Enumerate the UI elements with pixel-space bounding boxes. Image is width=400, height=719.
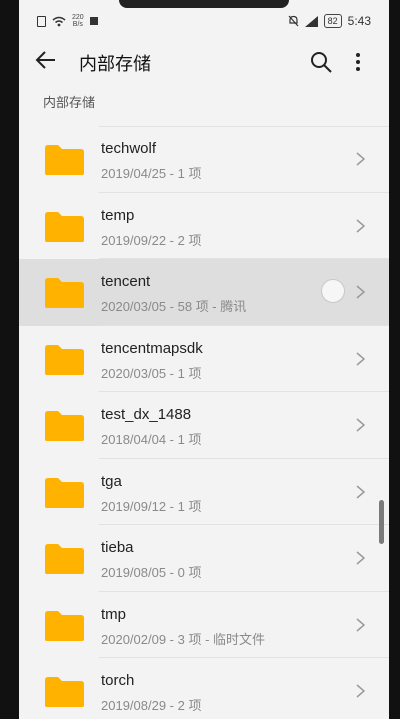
file-name: tga [101,472,122,490]
list-item[interactable]: tencentmapsdk 2020/03/05 - 1 项 [19,326,389,392]
signal-icon [304,15,318,27]
chevron-right-icon [356,418,365,432]
file-list: techwolf 2019/04/25 - 1 项 temp 2019/09/22 -… [19,126,389,719]
network-speed: 220 B/s [72,14,84,28]
file-name: tmp [101,605,127,623]
page-title: 内部存储 [79,54,151,74]
file-name: test_dx_1488 [101,406,192,423]
arrow-left-icon[interactable] [35,50,57,70]
folder-icon [45,544,84,574]
clock: 5:43 [347,14,371,28]
file-meta: 2019/08/05 - 0 项 [101,565,202,580]
select-radio[interactable] [321,279,345,303]
more-vertical-icon[interactable] [355,52,361,72]
folder-icon [45,411,84,441]
chevron-right-icon [356,218,365,233]
list-item[interactable]: test_dx_1488 2018/04/04 - 1 项 [19,392,389,459]
file-meta: 2019/09/22 - 2 项 [101,232,202,248]
folder-icon [45,278,84,308]
network-speed-value: 220 [72,14,84,21]
file-meta: 2019/04/25 - 1 项 [101,166,202,181]
file-name: torch [101,672,135,689]
file-meta: 2019/08/29 - 2 项 [101,698,202,713]
folder-icon [45,344,84,375]
list-item[interactable]: torch 2019/08/29 - 2 项 [19,658,389,719]
mute-icon [288,15,299,27]
chevron-right-icon [356,617,365,632]
phone-screen: 220 B/s 82 5:43 内部存储 内部存储 techwolf 2019/… [19,0,389,719]
folder-icon [45,477,84,508]
notch [119,0,289,8]
list-item[interactable]: tencent 2020/03/05 - 58 项 - 腾讯 [19,259,389,326]
network-speed-unit: B/s [72,21,83,28]
sim-card-icon [37,15,46,27]
folder-icon [45,145,84,175]
folder-icon [45,610,84,641]
scrollbar-thumb[interactable] [379,500,384,544]
folder-icon [45,677,84,707]
status-bar: 220 B/s 82 5:43 [19,10,389,34]
search-icon[interactable] [309,50,333,74]
file-meta: 2020/03/05 - 58 项 - 腾讯 [101,299,247,314]
list-item[interactable]: tga 2019/09/12 - 1 项 [19,459,389,525]
breadcrumb[interactable]: 内部存储 [43,92,95,111]
file-name: tieba [101,539,134,556]
list-item[interactable]: tieba 2019/08/05 - 0 项 [19,525,389,592]
list-item[interactable]: tmp 2020/02/09 - 3 项 - 临时文件 [19,592,389,658]
chevron-right-icon [356,152,365,166]
file-meta: 2019/09/12 - 1 项 [101,498,202,514]
chevron-right-icon [356,551,365,565]
list-item[interactable]: temp 2019/09/22 - 2 项 [19,193,389,259]
file-meta: 2020/02/09 - 3 项 - 临时文件 [101,631,266,647]
file-name: tencent [101,273,151,290]
wifi-icon [52,16,66,26]
battery-indicator: 82 [323,14,342,28]
file-name: techwolf [101,140,157,157]
list-item[interactable]: techwolf 2019/04/25 - 1 项 [19,126,389,193]
file-meta: 2020/03/05 - 1 项 [101,365,202,381]
file-name: tencentmapsdk [101,339,203,357]
file-name: temp [101,206,135,224]
app-header: 内部存储 [19,40,389,80]
chevron-right-icon [356,484,365,499]
chevron-right-icon [356,285,365,299]
chevron-right-icon [356,351,365,366]
device-frame-left [0,0,19,719]
folder-icon [45,211,84,242]
notification-icon [89,17,98,25]
device-frame-right [389,0,400,719]
file-meta: 2018/04/04 - 1 项 [101,432,202,447]
chevron-right-icon [356,684,365,698]
